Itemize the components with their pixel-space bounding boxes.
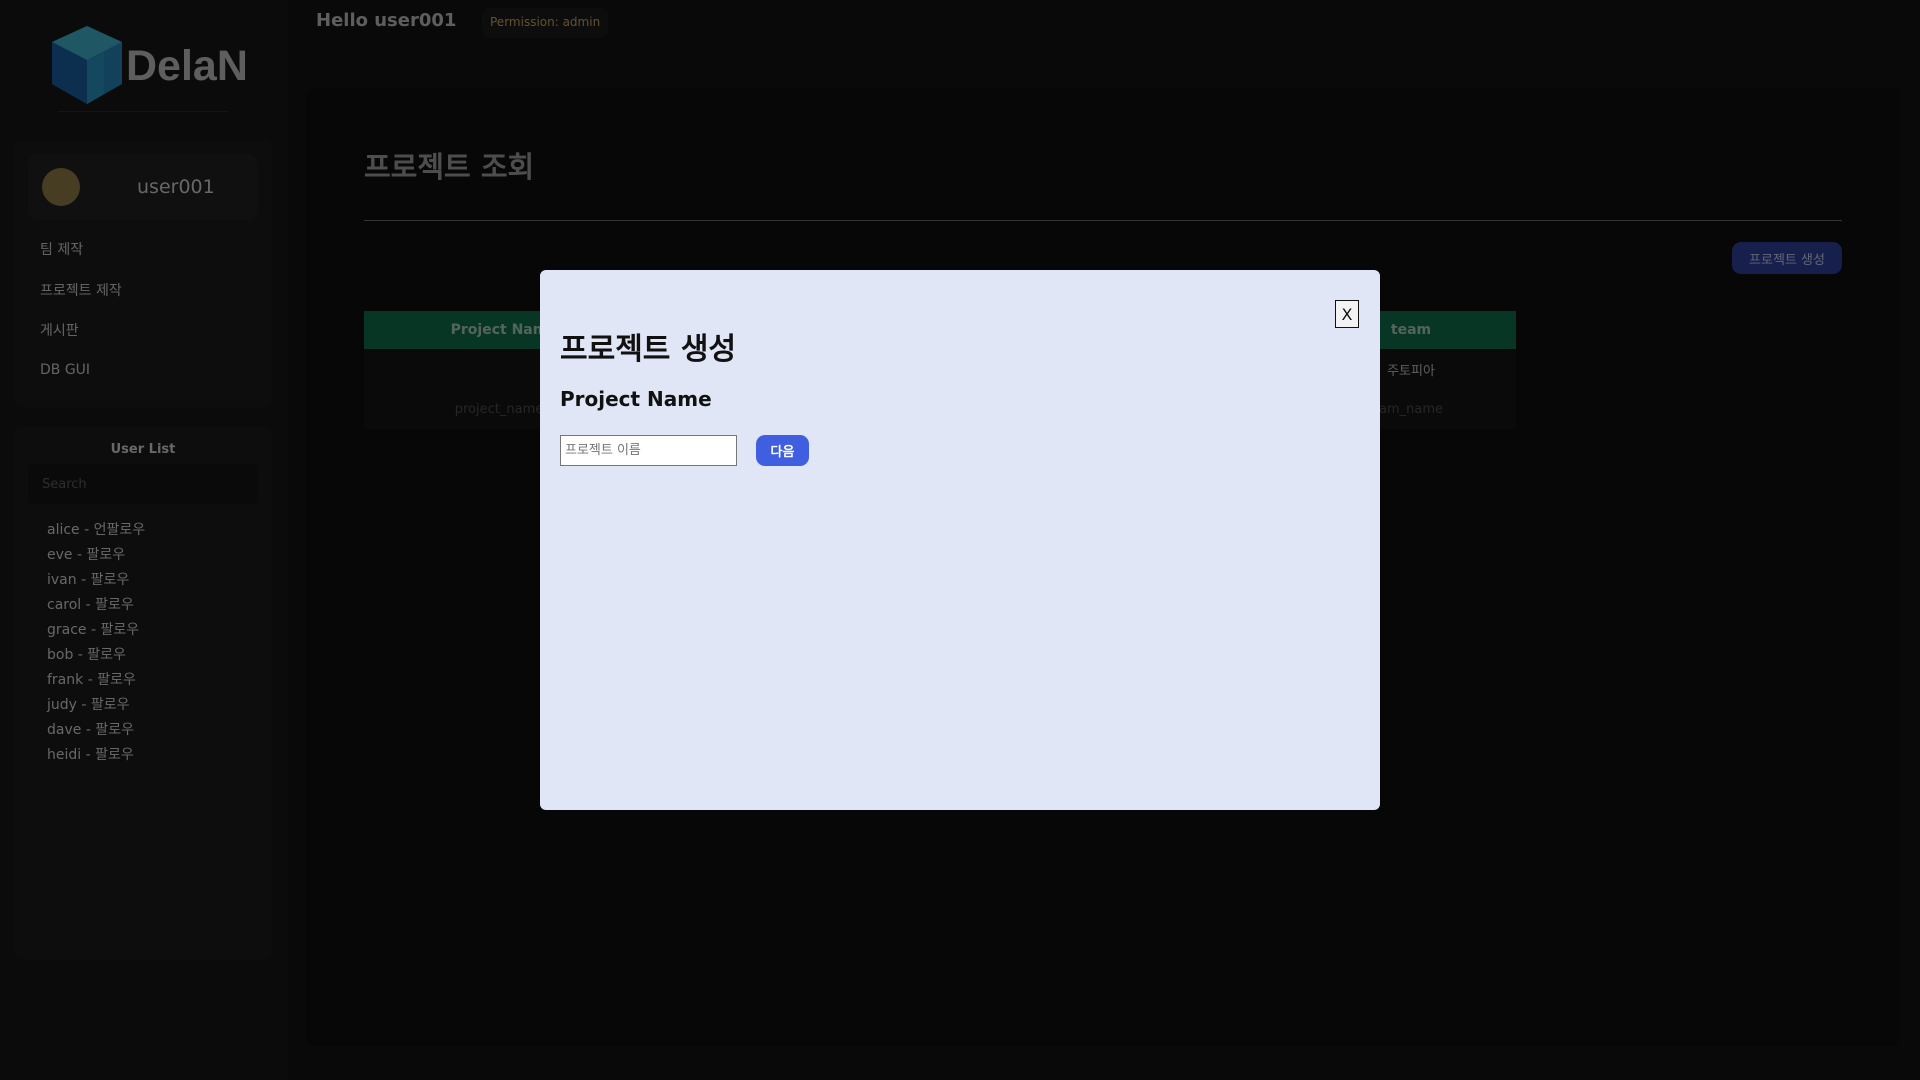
create-project-modal: X 프로젝트 생성 Project Name 다음 — [540, 270, 1380, 810]
next-button[interactable]: 다음 — [756, 435, 809, 466]
close-button[interactable]: X — [1335, 300, 1359, 328]
project-name-input[interactable] — [560, 435, 737, 466]
project-name-label: Project Name — [560, 387, 712, 411]
modal-title: 프로젝트 생성 — [560, 332, 737, 367]
